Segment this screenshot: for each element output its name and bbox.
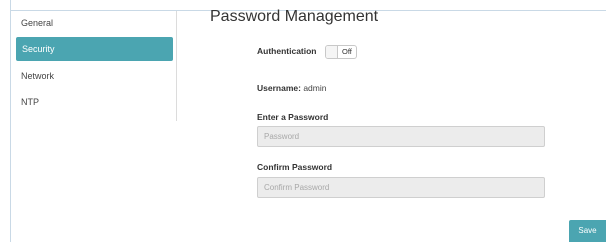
save-button[interactable]: Save [569,220,606,242]
sidebar-item-security[interactable]: Security [16,37,173,61]
sidebar-item-label: General [21,18,54,28]
sidebar-item-label: Security [22,44,55,54]
authentication-toggle[interactable]: Off [325,45,357,59]
sidebar: General Security Network NTP [11,11,176,121]
username-label: Username: [257,83,301,93]
password-label: Enter a Password [257,112,329,122]
toggle-state-text: Off [342,47,352,56]
sidebar-item-ntp[interactable]: NTP [11,90,168,114]
authentication-label: Authentication [257,46,317,56]
sidebar-item-label: Network [21,71,55,81]
sidebar-item-network[interactable]: Network [11,64,168,88]
password-input[interactable] [257,126,545,147]
toggle-knob [326,46,338,58]
confirm-password-input[interactable] [257,177,545,198]
sidebar-divider [176,11,177,121]
page-title: Password Management [210,8,379,25]
username-row: Username: admin [257,83,326,93]
confirm-password-label: Confirm Password [257,162,333,172]
sidebar-item-label: NTP [21,97,39,107]
sidebar-item-general[interactable]: General [11,11,168,35]
username-value: admin [303,83,327,93]
